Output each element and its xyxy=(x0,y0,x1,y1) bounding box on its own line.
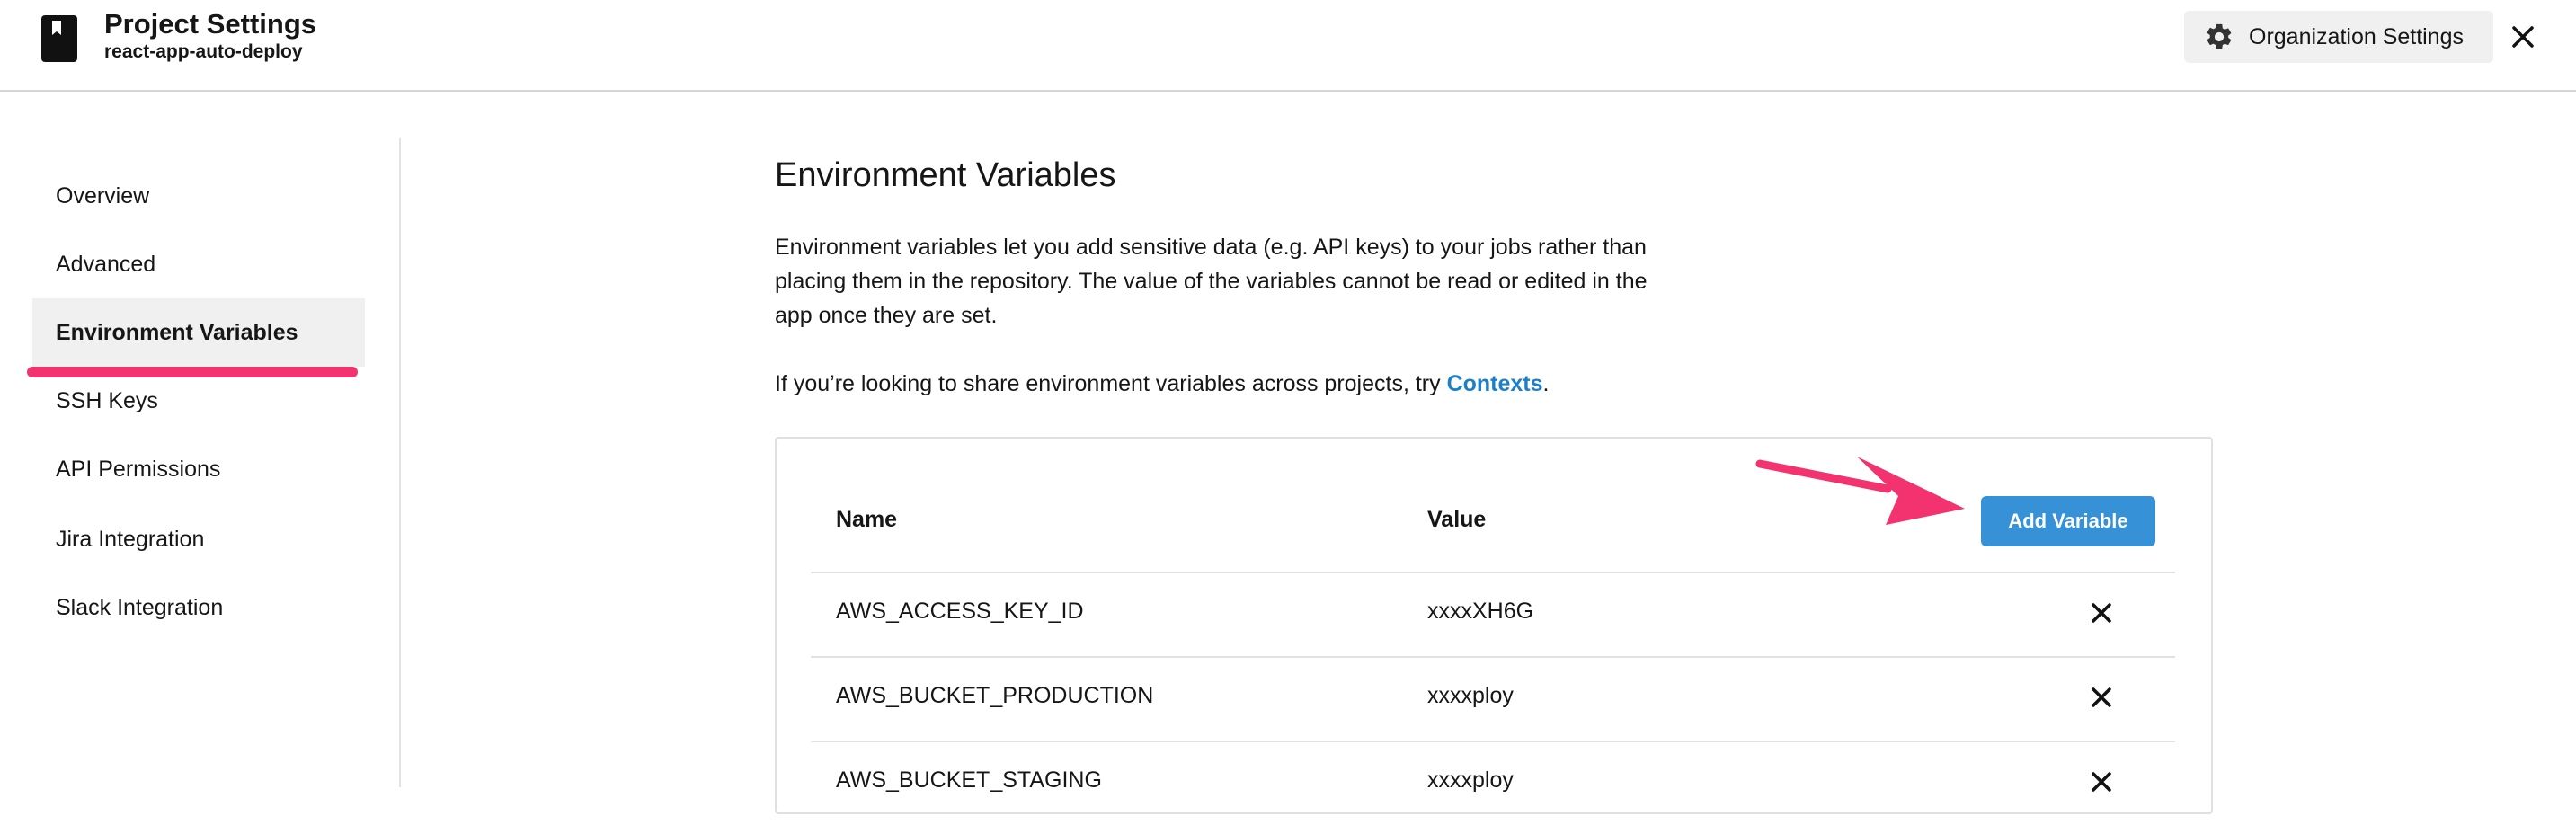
add-variable-button[interactable]: Add Variable xyxy=(1981,496,2155,546)
sidebar-item-advanced[interactable]: Advanced xyxy=(32,230,365,298)
name-column-header: Name xyxy=(836,507,898,532)
variable-name: AWS_BUCKET_PRODUCTION xyxy=(836,683,1154,708)
delete-variable-close-icon[interactable] xyxy=(2089,685,2114,710)
close-icon[interactable] xyxy=(2509,23,2536,50)
variable-name: AWS_ACCESS_KEY_ID xyxy=(836,599,1084,624)
sidebar-item-overview[interactable]: Overview xyxy=(32,162,365,230)
page-title: Project Settings xyxy=(104,8,316,40)
table-row: AWS_ACCESS_KEY_ID xxxxXH6G xyxy=(811,572,2175,656)
gear-icon xyxy=(2207,23,2232,49)
sidebar-item-api-permissions[interactable]: API Permissions xyxy=(32,435,365,503)
annotation-arrow-icon xyxy=(1755,457,1965,525)
project-book-icon xyxy=(41,15,77,62)
variable-value: xxxxploy xyxy=(1427,683,1514,708)
description-text: Environment variables let you add sensit… xyxy=(775,235,1648,328)
project-name: react-app-auto-deploy xyxy=(104,41,303,62)
table-row: AWS_BUCKET_STAGING xxxxploy xyxy=(811,741,2175,825)
table-row: AWS_BUCKET_PRODUCTION xxxxploy xyxy=(811,656,2175,741)
variables-table-card: Name Value Add Variable AWS_ACCESS_KEY_I… xyxy=(775,437,2213,814)
sidebar-item-environment-variables[interactable]: Environment Variables xyxy=(32,298,365,367)
variable-value: xxxxploy xyxy=(1427,767,1514,793)
contexts-hint-suffix: . xyxy=(1542,371,1550,396)
value-column-header: Value xyxy=(1427,507,1487,532)
sidebar-item-jira-integration[interactable]: Jira Integration xyxy=(32,505,365,573)
contexts-hint-text: If you’re looking to share environment v… xyxy=(775,371,1447,396)
sidebar-divider xyxy=(399,138,401,787)
sidebar-item-ssh-keys[interactable]: SSH Keys xyxy=(32,367,365,435)
delete-variable-close-icon[interactable] xyxy=(2089,769,2114,794)
variable-name: AWS_BUCKET_STAGING xyxy=(836,767,1102,793)
sidebar-item-slack-integration[interactable]: Slack Integration xyxy=(32,573,365,642)
section-title: Environment Variables xyxy=(775,156,1116,194)
variable-value: xxxxXH6G xyxy=(1427,599,1534,624)
delete-variable-close-icon[interactable] xyxy=(2089,600,2114,625)
header: Project Settings react-app-auto-deploy O… xyxy=(0,0,2576,92)
contexts-link[interactable]: Contexts xyxy=(1447,371,1543,396)
organization-settings-label: Organization Settings xyxy=(2249,23,2465,49)
contexts-hint: If you’re looking to share environment v… xyxy=(775,367,1549,401)
section-description: Environment variables let you add sensit… xyxy=(775,230,1683,333)
organization-settings-button[interactable]: Organization Settings xyxy=(2184,11,2493,63)
